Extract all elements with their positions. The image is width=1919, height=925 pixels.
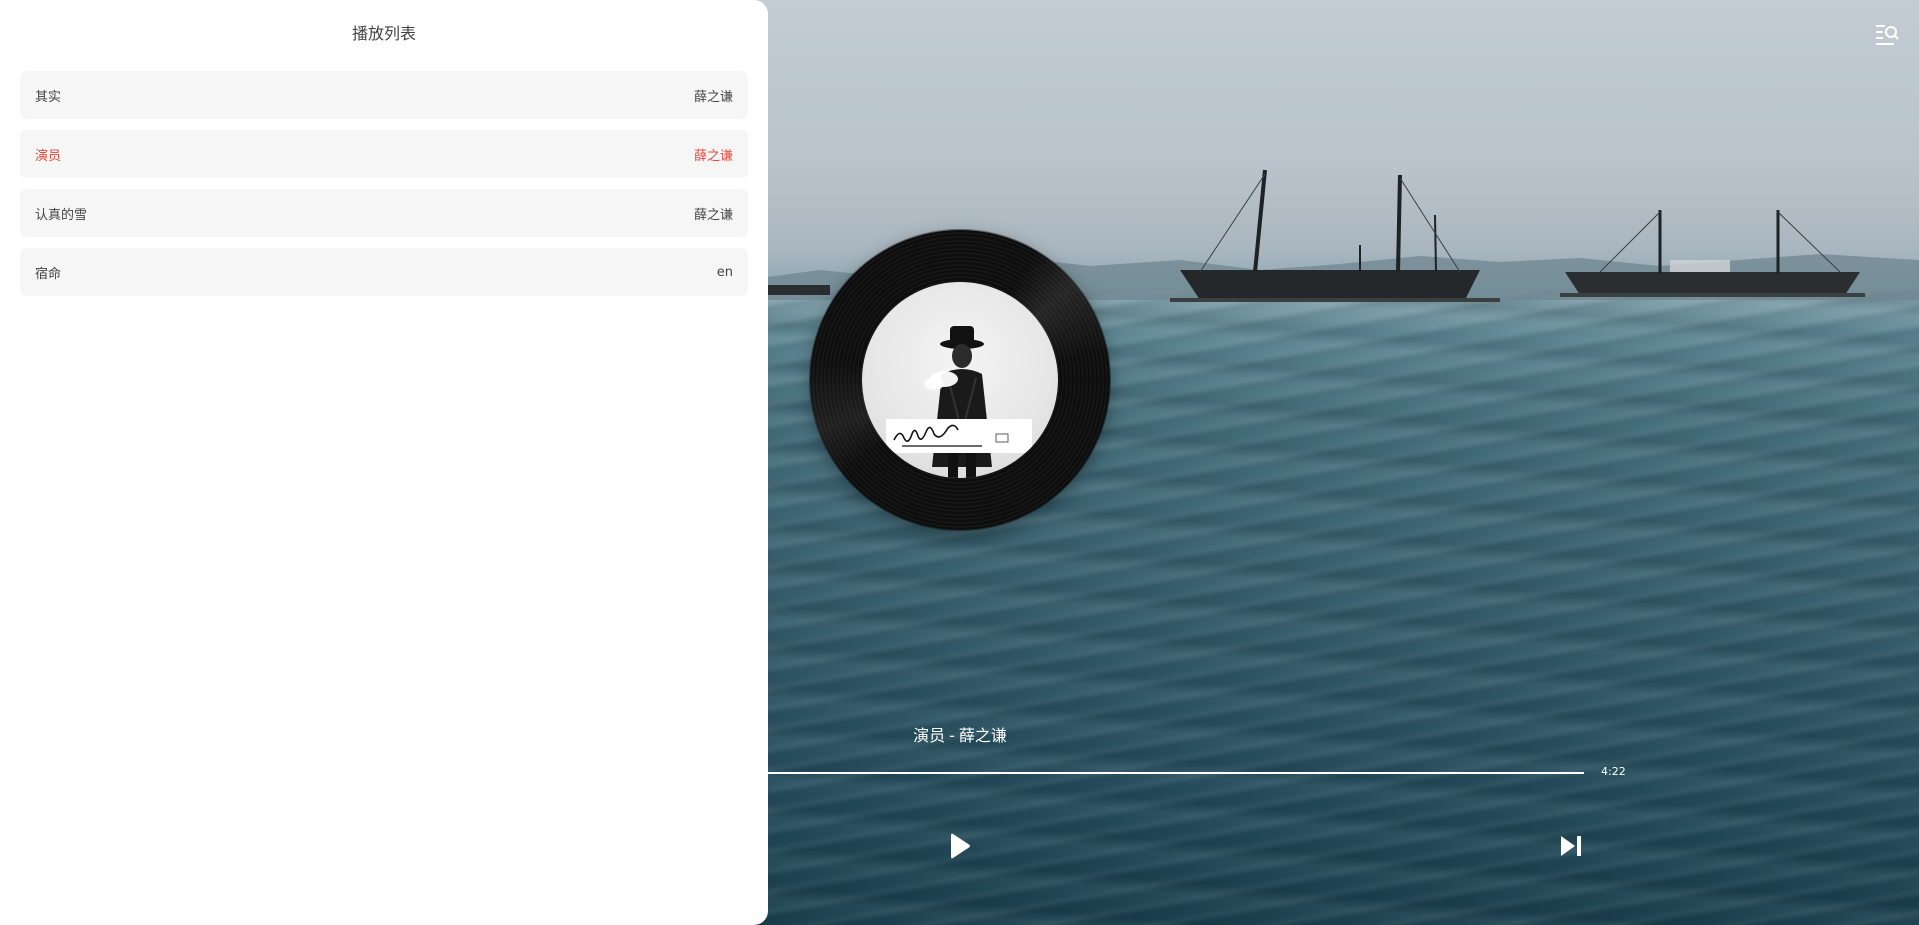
track-artist: 薛之谦 [693, 148, 733, 164]
playlist-panel: 播放列表 其实 薛之谦 演员 薛之谦 认真的雪 薛之谦 宿命 en [0, 0, 768, 925]
progress-fill [768, 772, 1584, 774]
playlist-toggle-button[interactable] [1872, 20, 1900, 48]
progress-bar[interactable] [768, 772, 1584, 774]
next-button[interactable] [1552, 826, 1592, 866]
track-title: 宿命 [35, 266, 62, 282]
play-button[interactable] [940, 826, 980, 866]
album-cover [862, 282, 1058, 478]
track-list: 其实 薛之谦 演员 薛之谦 认真的雪 薛之谦 宿命 en [20, 71, 748, 307]
track-title: 认真的雪 [35, 207, 88, 223]
duration-label: 4:22 [1601, 765, 1626, 778]
playlist-title: 播放列表 [351, 24, 416, 43]
now-playing-song: 演员 [913, 726, 946, 745]
playlist-search-icon [1876, 25, 1899, 45]
skip-next-icon [1561, 836, 1581, 856]
music-player-app: 播放列表 其实 薛之谦 演员 薛之谦 认真的雪 薛之谦 宿命 en 演员 - 薛… [0, 0, 1919, 925]
track-item-yanyuan[interactable]: 演员 薛之谦 [20, 130, 748, 178]
track-artist: 薛之谦 [693, 89, 733, 105]
now-playing-artist: 薛之谦 [958, 726, 1007, 745]
track-artist: en [716, 264, 733, 280]
track-item-renzhendexue[interactable]: 认真的雪 薛之谦 [20, 189, 748, 237]
vinyl-record [810, 230, 1110, 530]
album-cover-artwork [886, 326, 1032, 478]
track-title: 其实 [35, 89, 62, 105]
track-title: 演员 [35, 148, 62, 164]
track-artist: 薛之谦 [693, 207, 733, 223]
track-item-qishi[interactable]: 其实 薛之谦 [20, 71, 748, 119]
now-playing-label: 演员 - 薛之谦 [810, 722, 1110, 746]
track-item-suming[interactable]: 宿命 en [20, 248, 748, 296]
play-icon [951, 833, 970, 859]
now-playing-separator: - [949, 726, 955, 745]
